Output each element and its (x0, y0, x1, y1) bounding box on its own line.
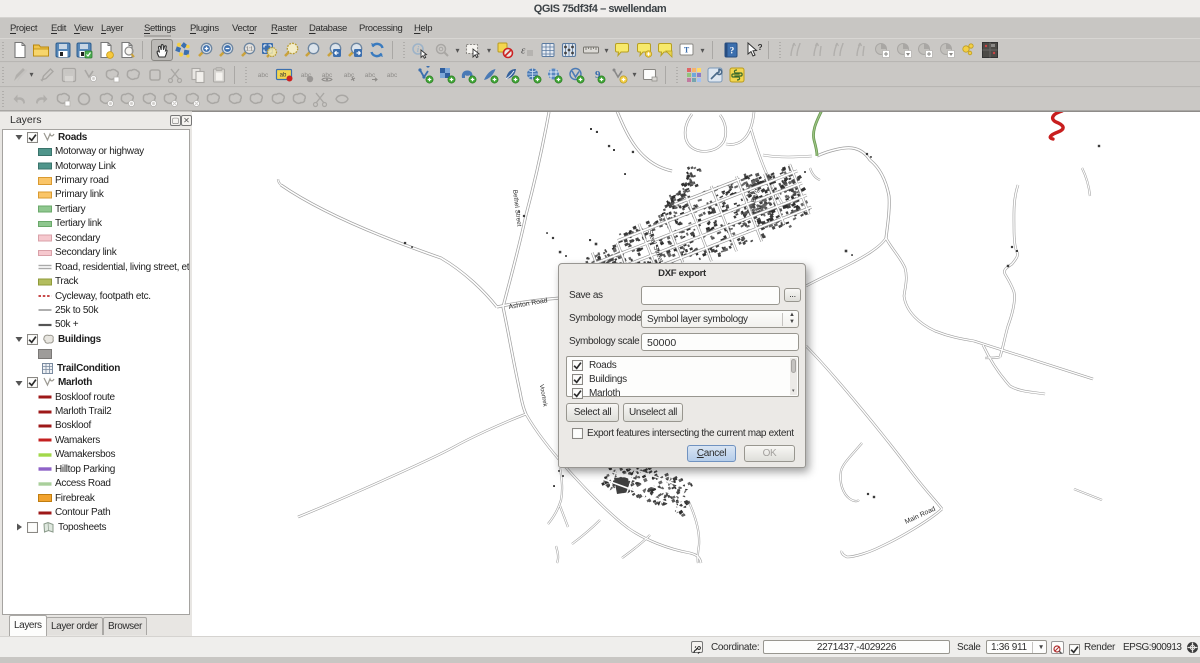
svg-text:T: T (684, 46, 690, 55)
svg-text:i: i (417, 45, 420, 54)
svg-text:abc: abc (258, 72, 269, 79)
svg-text:ε: ε (521, 45, 526, 57)
svg-text:abc: abc (387, 72, 398, 79)
svg-text:abc: abc (344, 72, 355, 79)
svg-text:ab: ab (280, 72, 287, 78)
svg-text:?: ? (730, 46, 735, 56)
svg-text:1:1: 1:1 (246, 47, 253, 53)
svg-text:?: ? (757, 42, 762, 52)
svg-text:abc: abc (365, 72, 376, 79)
